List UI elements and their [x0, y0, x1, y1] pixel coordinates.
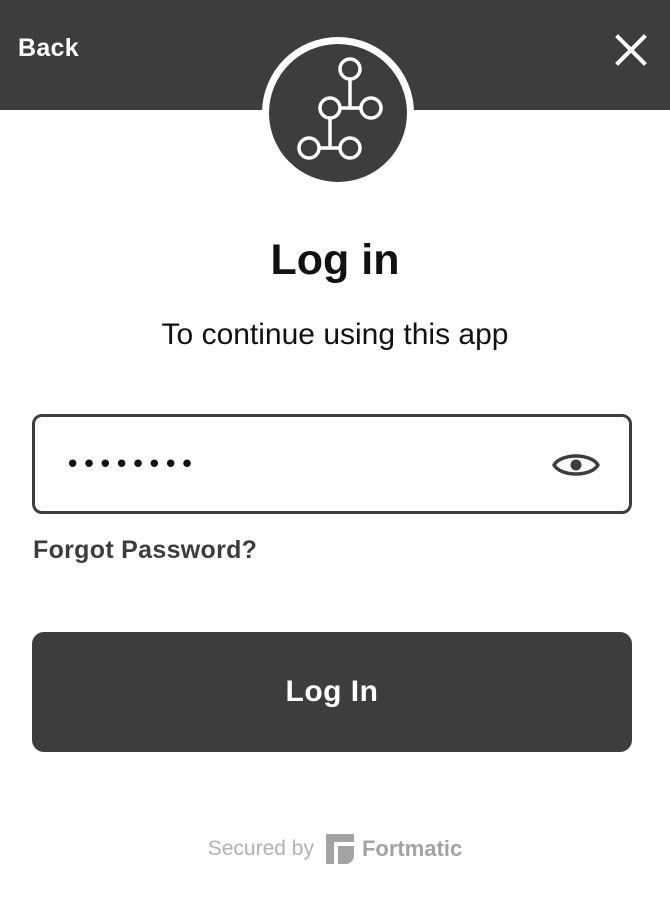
workflow-nodes-icon — [297, 57, 383, 160]
close-icon — [615, 34, 647, 66]
back-button[interactable]: Back — [18, 34, 79, 63]
secured-by-footer: Secured by Fortmatic — [0, 832, 670, 866]
password-input[interactable] — [65, 443, 535, 487]
app-logo — [269, 44, 407, 182]
page-title: Log in — [270, 236, 400, 284]
show-password-toggle[interactable] — [551, 447, 601, 483]
close-button[interactable] — [612, 31, 650, 69]
page-subtitle: To continue using this app — [161, 318, 509, 351]
fortmatic-logo-icon — [325, 834, 354, 864]
fortmatic-name: Fortmatic — [361, 836, 463, 861]
login-button[interactable]: Log In — [32, 632, 632, 752]
password-field[interactable] — [32, 414, 632, 514]
eye-icon — [552, 454, 600, 476]
forgot-password-link[interactable]: Forgot Password? — [33, 536, 257, 565]
secured-by-text: Secured by — [207, 837, 314, 860]
fortmatic-brand: Fortmatic — [325, 834, 463, 864]
